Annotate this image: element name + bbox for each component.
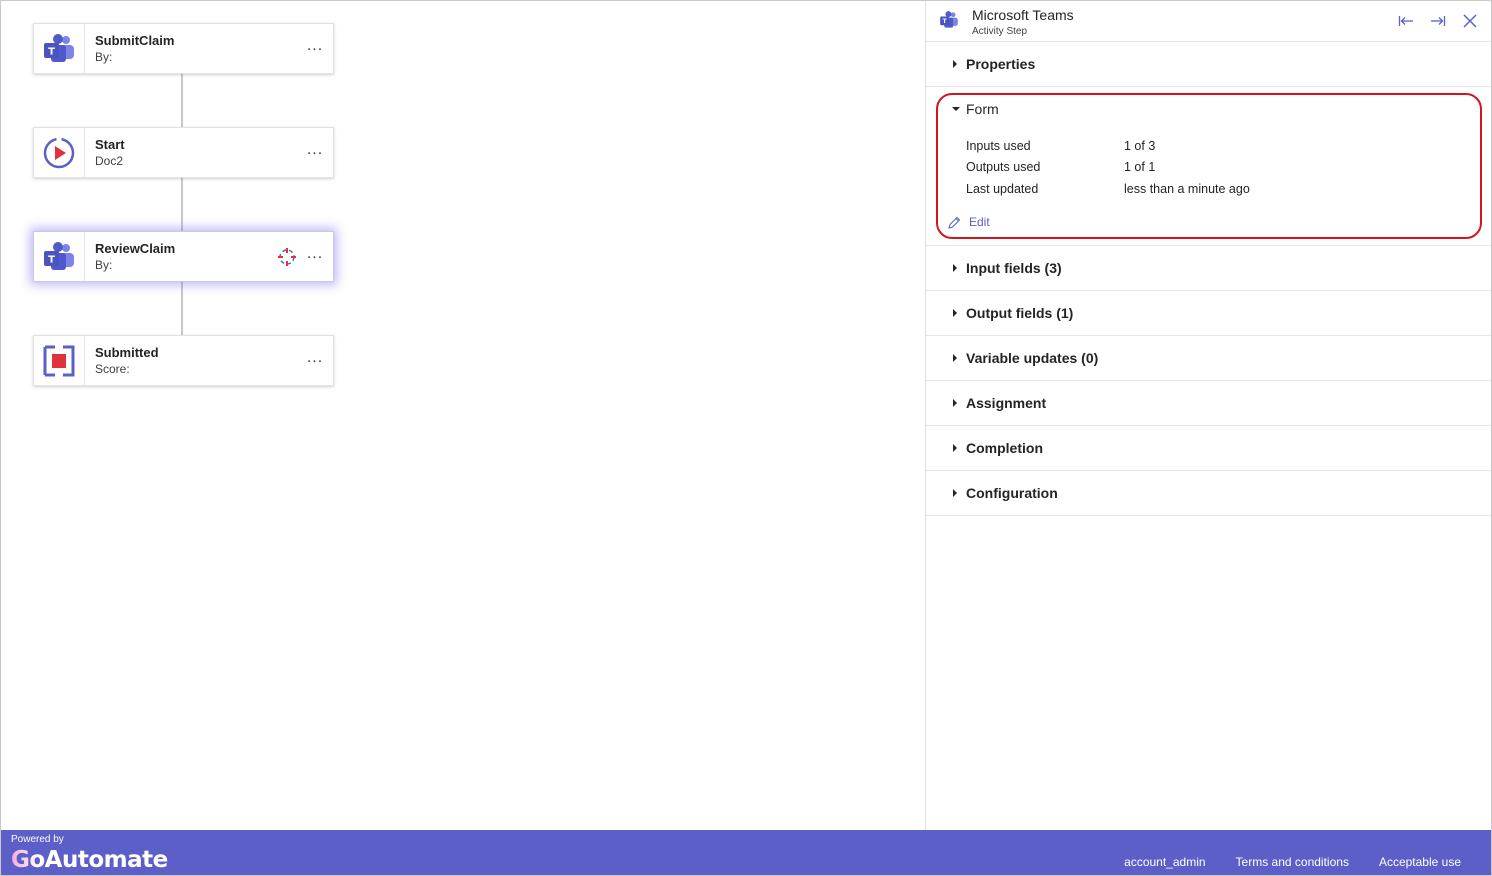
form-row: Last updated less than a minute ago <box>966 178 1250 200</box>
stop-square-icon <box>34 336 85 385</box>
caret-right-icon <box>952 60 966 68</box>
close-button[interactable] <box>1459 11 1481 31</box>
panel-header: T Microsoft Teams Activity Step <box>926 1 1491 42</box>
section-output-fields[interactable]: Output fields (1) <box>926 291 1491 336</box>
caret-right-icon <box>952 489 966 497</box>
caret-right-icon <box>952 264 966 272</box>
more-options-button[interactable]: ... <box>301 336 329 385</box>
panel-title: Microsoft Teams <box>972 7 1074 23</box>
caret-right-icon <box>952 309 966 317</box>
form-row-label: Last updated <box>966 181 1039 196</box>
svg-text:T: T <box>48 254 55 265</box>
workflow-node-start[interactable]: Start Doc2 ... <box>33 127 334 178</box>
section-form: Form Inputs used 1 of 3 Outputs used 1 o… <box>926 87 1491 246</box>
workflow-node-submitted[interactable]: Submitted Score: ... <box>33 335 334 386</box>
more-options-button[interactable]: ... <box>301 24 329 73</box>
collapse-left-button[interactable] <box>1395 11 1417 31</box>
caret-right-icon <box>952 444 966 452</box>
connector-line <box>181 73 183 127</box>
node-title: Start <box>95 137 125 152</box>
section-label: Configuration <box>966 485 1058 501</box>
form-section-toggle[interactable]: Form <box>952 101 999 117</box>
teams-icon: T <box>939 11 959 34</box>
section-properties[interactable]: Properties <box>926 42 1491 87</box>
connector-line <box>181 177 183 231</box>
caret-right-icon <box>952 399 966 407</box>
section-label: Assignment <box>966 395 1047 411</box>
node-subtitle: Score: <box>95 362 130 376</box>
section-label: Completion <box>966 440 1043 456</box>
properties-panel: T Microsoft Teams Activity Step Properti… <box>925 1 1491 830</box>
expand-right-button[interactable] <box>1427 11 1449 31</box>
edit-label: Edit <box>969 215 990 229</box>
collapse-left-icon <box>1398 16 1413 26</box>
footer-link-acceptable-use[interactable]: Acceptable use <box>1379 855 1461 869</box>
teams-icon: T <box>34 232 85 281</box>
close-icon <box>1463 14 1477 28</box>
form-details: Inputs used 1 of 3 Outputs used 1 of 1 L… <box>966 135 1250 200</box>
section-variable-updates[interactable]: Variable updates (0) <box>926 336 1491 381</box>
form-row-label: Outputs used <box>966 160 1041 175</box>
footer-link-terms[interactable]: Terms and conditions <box>1236 855 1349 869</box>
workflow-canvas[interactable]: T SubmitClaim By: ... Start Doc2 ... T R… <box>1 1 925 830</box>
expand-right-icon <box>1431 16 1446 26</box>
panel-subtitle: Activity Step <box>972 26 1028 37</box>
form-row-value: 1 of 1 <box>1124 160 1156 175</box>
caret-right-icon <box>952 354 966 362</box>
form-row-label: Inputs used <box>966 138 1031 153</box>
form-row-value: less than a minute ago <box>1124 181 1250 196</box>
section-input-fields[interactable]: Input fields (3) <box>926 246 1491 291</box>
edit-form-button[interactable]: Edit <box>948 215 990 229</box>
section-configuration[interactable]: Configuration <box>926 471 1491 516</box>
node-title: ReviewClaim <box>95 241 176 256</box>
caret-down-icon <box>952 106 966 112</box>
goautomate-logo: GoAutomate <box>10 843 185 876</box>
brand-name: GoAutomate <box>11 847 168 873</box>
node-title: SubmitClaim <box>95 33 175 48</box>
connector-line <box>181 281 183 335</box>
section-label: Properties <box>966 56 1036 72</box>
node-subtitle: Doc2 <box>95 154 124 168</box>
more-options-button[interactable]: ... <box>301 128 329 177</box>
node-subtitle: By: <box>95 50 113 64</box>
form-row: Inputs used 1 of 3 <box>966 135 1250 157</box>
svg-text:T: T <box>48 46 55 57</box>
form-row: Outputs used 1 of 1 <box>966 157 1250 179</box>
section-label: Variable updates (0) <box>966 350 1099 366</box>
node-title: Submitted <box>95 345 159 360</box>
section-label: Form <box>966 101 999 117</box>
start-play-icon <box>34 128 85 177</box>
section-label: Input fields (3) <box>966 260 1062 276</box>
pencil-icon <box>948 216 961 229</box>
section-completion[interactable]: Completion <box>926 426 1491 471</box>
footer-bar: Powered by GoAutomate account_admin Term… <box>1 830 1491 875</box>
workflow-node-reviewclaim[interactable]: T ReviewClaim By: ... <box>33 231 334 282</box>
teams-icon: T <box>34 24 85 73</box>
section-label: Output fields (1) <box>966 305 1074 321</box>
more-options-button[interactable]: ... <box>301 232 329 281</box>
section-assignment[interactable]: Assignment <box>926 381 1491 426</box>
node-subtitle: By: <box>95 258 113 272</box>
svg-text:T: T <box>943 19 947 25</box>
workflow-node-submitclaim[interactable]: T SubmitClaim By: ... <box>33 23 334 74</box>
form-row-value: 1 of 3 <box>1124 138 1156 153</box>
footer-link-account-admin[interactable]: account_admin <box>1124 855 1205 869</box>
target-crosshair-icon[interactable] <box>275 232 299 281</box>
